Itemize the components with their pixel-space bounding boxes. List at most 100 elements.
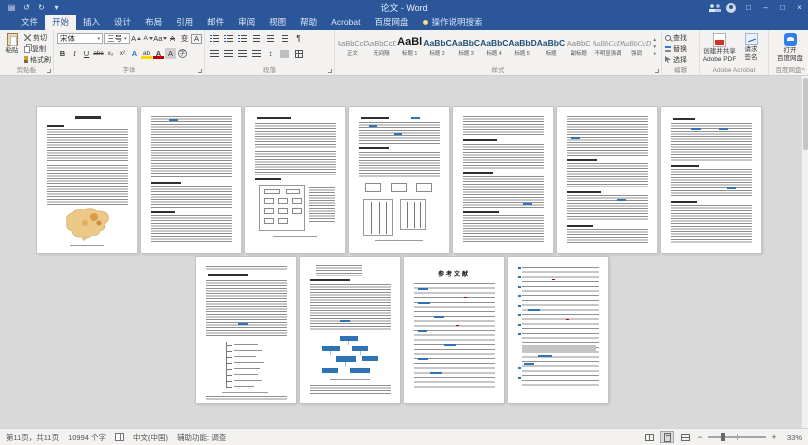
sort-button[interactable]: [278, 33, 291, 45]
style-heading-3[interactable]: AaBbC 标题 3: [452, 34, 480, 57]
multilevel-list-button[interactable]: [236, 33, 249, 45]
grow-font-button[interactable]: A: [131, 33, 142, 44]
page-indicator[interactable]: 第11页，共11页: [6, 432, 59, 443]
tab-design[interactable]: 设计: [107, 15, 138, 30]
font-name-select[interactable]: 宋体 ▾: [57, 33, 103, 44]
vertical-scrollbar[interactable]: [801, 76, 808, 428]
style-no-spacing[interactable]: AaBbCcD 无间隔: [367, 34, 396, 57]
scroll-down-icon[interactable]: ▼: [653, 44, 657, 49]
paste-button[interactable]: 粘贴: [3, 32, 21, 65]
tab-references[interactable]: 引用: [169, 15, 200, 30]
tab-view[interactable]: 视图: [262, 15, 293, 30]
style-subtle-emphasis[interactable]: AaBbCcD 不明显强调: [593, 34, 622, 57]
character-shading-button[interactable]: A: [165, 48, 176, 59]
page-10[interactable]: 参考文献: [404, 257, 504, 403]
tab-review[interactable]: 审阅: [231, 15, 262, 30]
minimize-button[interactable]: –: [757, 0, 774, 15]
cut-button[interactable]: 剪切: [24, 32, 51, 43]
style-heading-5[interactable]: AaBbD 标题 5: [508, 34, 536, 57]
share-icon[interactable]: [708, 3, 722, 12]
ribbon-display-options-icon[interactable]: □: [740, 0, 757, 15]
zoom-level[interactable]: 33%: [782, 433, 802, 442]
page-2[interactable]: [141, 107, 241, 253]
superscript-button[interactable]: x²: [117, 48, 128, 59]
enclose-characters-button[interactable]: 字: [177, 48, 188, 59]
tab-insert[interactable]: 插入: [76, 15, 107, 30]
change-case-button[interactable]: Aa: [155, 33, 166, 44]
align-right-button[interactable]: [236, 48, 249, 60]
borders-button[interactable]: [292, 48, 305, 60]
bullets-button[interactable]: [208, 33, 221, 45]
style-heading-2[interactable]: AaBbC 标题 2: [423, 34, 451, 57]
find-button[interactable]: 查找: [665, 32, 697, 43]
paragraph-dialog-launcher[interactable]: [328, 69, 332, 73]
zoom-out-button[interactable]: −: [696, 432, 704, 442]
show-formatting-marks-button[interactable]: ¶: [292, 33, 305, 45]
page-6[interactable]: [557, 107, 657, 253]
document-canvas[interactable]: 参考文献: [0, 76, 808, 428]
undo-icon[interactable]: ↺: [20, 0, 33, 15]
restore-button[interactable]: □: [774, 0, 791, 15]
style-heading-4[interactable]: AaBbC 标题 4: [480, 34, 508, 57]
font-color-button[interactable]: A: [153, 48, 164, 59]
styles-dialog-launcher[interactable]: [655, 69, 659, 73]
proofing-status-icon[interactable]: [115, 433, 124, 441]
collapse-ribbon-icon[interactable]: ^: [802, 68, 805, 75]
close-button[interactable]: ×: [791, 0, 808, 15]
tab-help[interactable]: 帮助: [293, 15, 324, 30]
styles-gallery-scrollbar[interactable]: ▲ ▼ ▾: [651, 34, 660, 57]
request-signatures-button[interactable]: 请求 签名: [736, 32, 766, 64]
customize-qat-icon[interactable]: ▾: [50, 0, 63, 15]
italic-button[interactable]: I: [69, 48, 80, 59]
accessibility-status[interactable]: 辅助功能: 调查: [177, 432, 226, 443]
page-5[interactable]: [453, 107, 553, 253]
text-effects-button[interactable]: A: [129, 48, 140, 59]
increase-indent-button[interactable]: [264, 33, 277, 45]
justify-button[interactable]: [250, 48, 263, 60]
web-layout-button[interactable]: [678, 431, 692, 443]
open-netdisk-button[interactable]: 打开 百度网盘: [772, 32, 808, 63]
scrollbar-thumb[interactable]: [803, 78, 808, 150]
decrease-indent-button[interactable]: [250, 33, 263, 45]
style-title[interactable]: AaBbC 标题: [537, 34, 565, 57]
page-7[interactable]: [661, 107, 761, 253]
read-mode-button[interactable]: [642, 431, 656, 443]
strikethrough-button[interactable]: abc: [93, 48, 104, 59]
subscript-button[interactable]: x₂: [105, 48, 116, 59]
tab-layout[interactable]: 布局: [138, 15, 169, 30]
phonetic-guide-button[interactable]: 变: [179, 33, 190, 44]
tab-file[interactable]: 文件: [14, 15, 45, 30]
tab-acrobat[interactable]: Acrobat: [324, 15, 367, 30]
shading-button[interactable]: [278, 48, 291, 60]
zoom-slider[interactable]: [708, 436, 766, 438]
tell-me-search[interactable]: 操作说明搜索: [423, 15, 482, 30]
shrink-font-button[interactable]: A: [143, 33, 154, 44]
align-center-button[interactable]: [222, 48, 235, 60]
line-spacing-button[interactable]: ↕: [264, 48, 277, 60]
page-3[interactable]: [245, 107, 345, 253]
page-11[interactable]: [508, 257, 608, 403]
tab-baidu-netdisk[interactable]: 百度网盘: [367, 15, 415, 30]
scroll-up-icon[interactable]: ▲: [653, 37, 657, 42]
zoom-slider-thumb[interactable]: [721, 433, 725, 441]
style-normal[interactable]: AaBbCcD 正文: [338, 34, 367, 57]
bold-button[interactable]: B: [57, 48, 68, 59]
create-share-pdf-button[interactable]: 创建并共享 Adobe PDF: [703, 32, 736, 64]
page-8[interactable]: [196, 257, 296, 403]
tab-home[interactable]: 开始: [45, 15, 76, 30]
replace-button[interactable]: 替换: [665, 43, 697, 54]
tab-mailings[interactable]: 邮件: [200, 15, 231, 30]
clipboard-dialog-launcher[interactable]: [47, 69, 51, 73]
print-layout-button[interactable]: [660, 431, 674, 443]
avatar[interactable]: [726, 3, 736, 13]
zoom-in-button[interactable]: +: [770, 432, 778, 442]
page-4[interactable]: [349, 107, 449, 253]
copy-button[interactable]: 复制: [24, 43, 51, 54]
character-border-button[interactable]: A: [191, 34, 202, 44]
redo-icon[interactable]: ↻: [35, 0, 48, 15]
style-heading-1[interactable]: AaBl 标题 1: [396, 34, 423, 57]
page-9[interactable]: [300, 257, 400, 403]
word-count[interactable]: 10994 个字: [68, 432, 106, 443]
numbering-button[interactable]: [222, 33, 235, 45]
language-indicator[interactable]: 中文(中国): [133, 432, 168, 443]
